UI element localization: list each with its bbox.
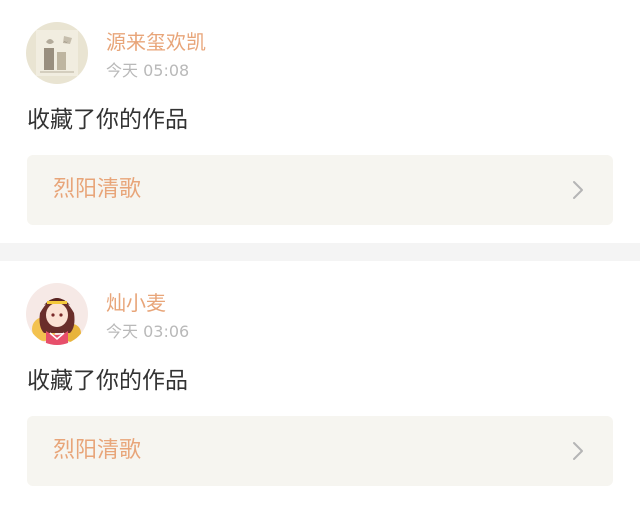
work-link[interactable]: 烈阳清歌 — [27, 155, 613, 225]
notification-card: 灿小麦 今天 03:06 收藏了你的作品 烈阳清歌 — [0, 261, 640, 513]
action-text: 收藏了你的作品 — [27, 107, 188, 133]
username[interactable]: 灿小麦 — [106, 289, 166, 317]
sketch-avatar-icon: ~ — [26, 22, 88, 84]
work-link[interactable]: 烈阳清歌 — [27, 416, 613, 486]
timestamp: 今天 03:06 — [106, 322, 190, 341]
work-title: 烈阳清歌 — [53, 177, 142, 202]
action-text: 收藏了你的作品 — [27, 368, 188, 394]
avatar[interactable]: ~ — [26, 22, 88, 84]
avatar[interactable] — [26, 283, 88, 345]
chevron-right-icon — [573, 442, 583, 460]
anime-girl-avatar-icon — [26, 283, 88, 345]
timestamp: 今天 05:08 — [106, 61, 190, 80]
work-title: 烈阳清歌 — [53, 438, 142, 463]
section-divider — [0, 243, 640, 261]
svg-text:~: ~ — [63, 39, 68, 46]
chevron-right-icon — [573, 181, 583, 199]
username[interactable]: 源来玺欢凯 — [106, 28, 206, 56]
notification-feed: ~ 源来玺欢凯 今天 05:08 收藏了你的作品 烈阳清歌 灿小麦 今天 03:… — [0, 0, 640, 513]
notification-card: ~ 源来玺欢凯 今天 05:08 收藏了你的作品 烈阳清歌 — [0, 0, 640, 243]
